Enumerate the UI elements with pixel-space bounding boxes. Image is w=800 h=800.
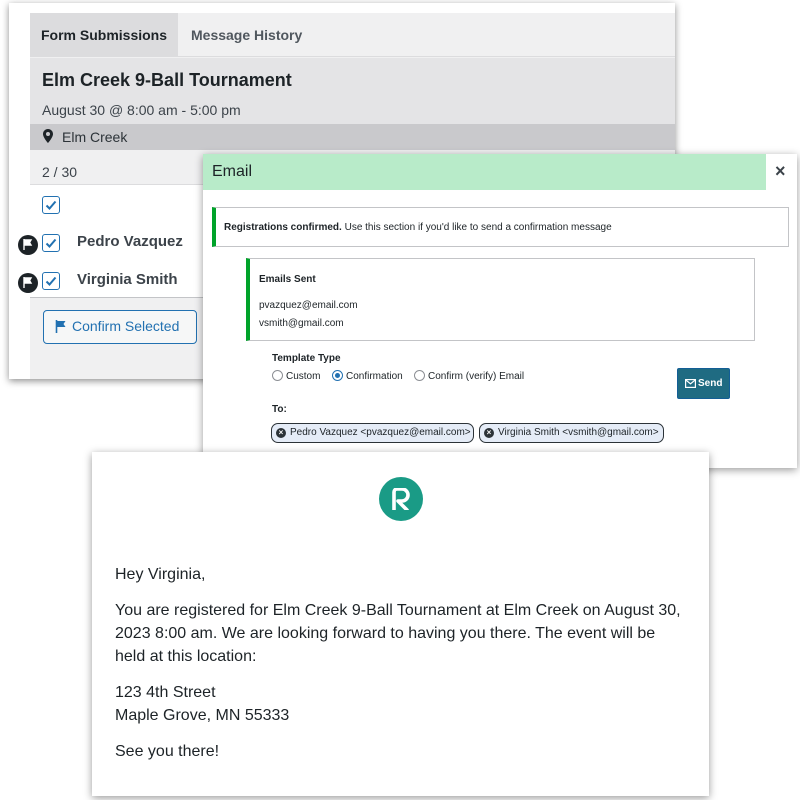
checkbox-check-icon [45, 276, 57, 286]
tab-bar: Form Submissions Message History [30, 13, 675, 57]
confirm-selected-button[interactable]: Confirm Selected [43, 310, 197, 344]
radio-label: Confirm (verify) Email [428, 371, 525, 382]
email-greeting: Hey Virginia, [115, 566, 206, 583]
modal-title: Email [212, 163, 253, 180]
radio-label: Confirmation [346, 371, 403, 382]
venue-bar: Elm Creek [30, 124, 675, 150]
checkbox-check-icon [45, 200, 57, 210]
remove-chip-icon[interactable]: × [484, 428, 494, 438]
sent-email: vsmith@gmail.com [259, 318, 344, 329]
submission-count: 2 / 30 [42, 164, 78, 180]
confirmation-notice: Registrations confirmed. Use this sectio… [212, 207, 789, 247]
modal-header: Email [203, 154, 766, 190]
tab-message-history[interactable]: Message History [191, 13, 302, 57]
radio-confirm-verify-email[interactable]: Confirm (verify) Email [414, 370, 524, 382]
row-checkbox[interactable] [42, 234, 60, 252]
template-type-label: Template Type [272, 353, 341, 364]
event-date: August 30 @ 8:00 am - 5:00 pm [42, 102, 241, 118]
radio-circle [272, 370, 283, 381]
emails-sent-box: Emails Sent pvazquez@email.com vsmith@gm… [246, 258, 755, 341]
map-pin-icon [43, 129, 53, 143]
tab-form-submissions[interactable]: Form Submissions [30, 13, 178, 57]
radio-custom[interactable]: Custom [272, 370, 320, 382]
email-modal: Email × Registrations confirmed. Use thi… [203, 154, 797, 468]
event-header: Elm Creek 9-Ball Tournament August 30 @ … [30, 58, 675, 124]
flag-icon [18, 235, 38, 255]
radio-circle-selected [332, 370, 343, 381]
notice-bold: Registrations confirmed. [224, 222, 342, 233]
address-line-1: 123 4th Street [115, 684, 216, 701]
email-closing: See you there! [115, 743, 220, 760]
send-button[interactable]: Send [677, 368, 730, 399]
event-title: Elm Creek 9-Ball Tournament [42, 70, 292, 90]
recipient-chip[interactable]: × Pedro Vazquez <pvazquez@email.com> [271, 423, 474, 443]
radio-label: Custom [286, 371, 321, 382]
emails-sent-title: Emails Sent [259, 274, 316, 285]
email-preview: Hey Virginia, You are registered for Elm… [92, 452, 709, 796]
confirm-selected-label: Confirm Selected [72, 318, 180, 334]
email-body: You are registered for Elm Creek 9-Ball … [115, 602, 681, 665]
registrant-name: Pedro Vazquez [77, 233, 183, 250]
recipient-label: Pedro Vazquez <pvazquez@email.com> [290, 427, 471, 438]
remove-chip-icon[interactable]: × [276, 428, 286, 438]
radio-confirmation[interactable]: Confirmation [332, 370, 403, 382]
close-icon[interactable]: × [775, 161, 786, 182]
checkbox-check-icon [45, 238, 57, 248]
envelope-icon [685, 379, 696, 388]
registrant-name: Virginia Smith [77, 271, 178, 288]
flag-icon [55, 320, 66, 333]
venue-name: Elm Creek [62, 129, 128, 145]
to-label: To: [272, 404, 287, 415]
address-line-2: Maple Grove, MN 55333 [115, 707, 290, 724]
select-all-checkbox[interactable] [42, 196, 60, 214]
logo-r-icon [379, 477, 423, 521]
recipient-chip[interactable]: × Virginia Smith <vsmith@gmail.com> [479, 423, 664, 443]
notice-text: Use this section if you'd like to send a… [341, 222, 612, 233]
send-label: Send [698, 378, 723, 389]
row-checkbox[interactable] [42, 272, 60, 290]
flag-icon [18, 273, 38, 293]
sent-email: pvazquez@email.com [259, 300, 358, 311]
recipient-label: Virginia Smith <vsmith@gmail.com> [498, 427, 659, 438]
radio-circle [414, 370, 425, 381]
